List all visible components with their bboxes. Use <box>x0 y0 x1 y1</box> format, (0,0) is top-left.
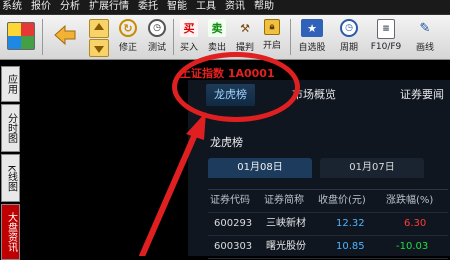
header-code: 证券代码 <box>210 195 250 206</box>
period-clock-icon: ◷ <box>340 19 358 37</box>
left-tab-bar: 应用 分时图 K线图 大盘资讯 <box>0 60 20 260</box>
row-code: 600303 <box>214 241 253 252</box>
row-close: 10.85 <box>336 241 365 252</box>
vtab-market-news-label: 大盘资讯 <box>5 212 17 252</box>
document-icon: ≡ <box>377 19 395 39</box>
f10-label: F10/F9 <box>370 42 402 52</box>
buy-button[interactable]: 买 买入 <box>176 17 202 57</box>
row-change: 6.30 <box>404 218 427 229</box>
star-icon: ★ <box>301 19 323 37</box>
period-button[interactable]: ◷ 周期 <box>334 17 364 57</box>
f10-button[interactable]: ≡ F10/F9 <box>368 17 404 57</box>
row-name: 曙光股份 <box>266 241 306 252</box>
arrow-down-icon <box>89 38 109 57</box>
header-change: 涨跌幅(%) <box>386 195 434 206</box>
modify-label: 修正 <box>118 43 137 53</box>
toolbar-separator <box>290 19 291 55</box>
vtab-intraday-label: 分时图 <box>5 113 17 143</box>
hammer-icon: ⚒ <box>240 21 250 35</box>
lock-button[interactable]: 🔒︎ 开启 <box>259 17 285 57</box>
row-close: 12.32 <box>336 218 365 229</box>
back-button[interactable] <box>50 17 80 57</box>
clock-icon: ◷ <box>148 19 166 37</box>
row-code: 600293 <box>214 218 253 229</box>
menu-system[interactable]: 系统 <box>0 0 26 14</box>
header-name: 证券简称 <box>264 195 304 206</box>
row-change: -10.03 <box>396 241 429 252</box>
buy-icon: 买 <box>180 19 198 37</box>
up-button[interactable] <box>88 17 110 57</box>
draw-label: 画线 <box>415 43 434 53</box>
dragon-tiger-table: 证券代码 证券简称 收盘价(元) 涨跌幅(%) 600293 三峡新材 12.3… <box>208 189 448 259</box>
draw-line-button[interactable]: ✎ 画线 <box>410 17 440 57</box>
vtab-kline-label: K线图 <box>5 164 17 192</box>
sell-icon: 卖 <box>208 19 226 37</box>
menu-tools[interactable]: 工具 <box>191 0 220 14</box>
date-tab-0108[interactable]: 01月08日 <box>208 158 312 178</box>
test-label: 测试 <box>147 43 166 53</box>
menu-info[interactable]: 资讯 <box>220 0 249 14</box>
menu-bar: 系统 报价 分析 扩展行情 委托 智能 工具 资讯 帮助 <box>0 0 450 15</box>
test-button[interactable]: ◷ 测试 <box>143 17 171 57</box>
vtab-market-news[interactable]: 大盘资讯 <box>1 204 20 260</box>
layout-button[interactable] <box>4 17 38 57</box>
auction-button[interactable]: ⚒ 撮判 <box>232 17 258 57</box>
table-header: 证券代码 证券简称 收盘价(元) 涨跌幅(%) <box>208 190 448 213</box>
menu-extended-market[interactable]: 扩展行情 <box>84 0 133 14</box>
vtab-intraday[interactable]: 分时图 <box>1 104 20 152</box>
highlight-circle <box>172 52 300 122</box>
self-select-button[interactable]: ★ 自选股 <box>294 17 330 57</box>
buy-label: 买入 <box>179 43 198 53</box>
vtab-apps[interactable]: 应用 <box>1 66 20 102</box>
menu-help[interactable]: 帮助 <box>249 0 278 14</box>
pencil-icon: ✎ <box>419 20 431 36</box>
modify-button[interactable]: ↻ 修正 <box>114 17 142 57</box>
toolbar-separator <box>173 19 174 55</box>
date-tab-0107[interactable]: 01月07日 <box>320 158 424 178</box>
arrow-left-icon <box>52 22 78 48</box>
vtab-apps-label: 应用 <box>5 74 17 94</box>
menu-smart[interactable]: 智能 <box>162 0 191 14</box>
header-close: 收盘价(元) <box>318 195 366 206</box>
row-name: 三峡新材 <box>266 218 306 229</box>
period-label: 周期 <box>339 43 358 53</box>
self-select-label: 自选股 <box>298 43 326 53</box>
tab-securities-news[interactable]: 证券要闻 <box>400 84 444 106</box>
lock-label: 开启 <box>262 41 281 51</box>
section-title: 龙虎榜 <box>210 136 243 149</box>
toolbar-separator <box>42 19 43 55</box>
menu-quote[interactable]: 报价 <box>26 0 55 14</box>
date-tabs: 01月08日 01月07日 <box>208 158 450 178</box>
sell-label: 卖出 <box>207 43 226 53</box>
lock-icon: 🔒︎ <box>264 19 280 35</box>
color-grid-icon <box>7 22 35 50</box>
menu-analysis[interactable]: 分析 <box>55 0 84 14</box>
vtab-kline[interactable]: K线图 <box>1 154 20 202</box>
sell-button[interactable]: 卖 卖出 <box>204 17 230 57</box>
arrow-up-icon <box>89 19 109 38</box>
table-row[interactable]: 600293 三峡新材 12.32 6.30 <box>208 213 448 236</box>
menu-order[interactable]: 委托 <box>133 0 162 14</box>
refresh-icon: ↻ <box>119 19 137 37</box>
